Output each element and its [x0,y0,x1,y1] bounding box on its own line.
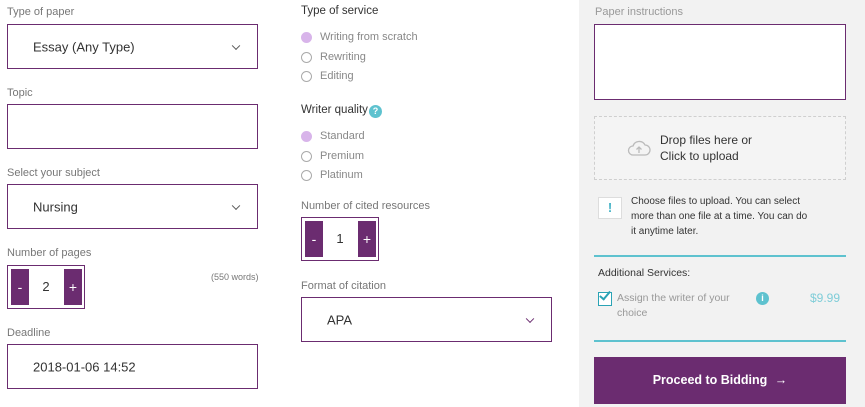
pages-label: Number of pages [7,247,92,259]
subject-value: Nursing [33,199,78,214]
citation-value: APA [327,312,353,327]
service-option-label: Rewriting [320,51,366,63]
deadline-label: Deadline [7,327,51,339]
pages-increment-button[interactable]: + [64,269,82,305]
pages-stepper: - 2 + [7,265,85,309]
cited-stepper: - 1 + [301,217,379,261]
radio-icon [301,52,312,63]
citation-select[interactable]: APA [301,297,552,342]
cited-decrement-button[interactable]: - [305,221,323,257]
radio-icon [301,71,312,82]
citation-label: Format of citation [301,280,386,292]
service-label: Type of service [301,5,379,17]
assign-writer-label: Assign the writer of your choice [617,291,730,321]
paper-type-select[interactable]: Essay (Any Type) [7,24,258,69]
upload-note-line: Choose files to upload. You can select [631,196,801,207]
pages-words: (550 words) [211,272,259,282]
assign-writer-price: $9.99 [810,291,841,305]
quality-option-label: Premium [320,150,365,162]
topic-label: Topic [7,87,33,99]
help-icon[interactable]: ? [369,105,382,118]
cited-label: Number of cited resources [301,200,430,212]
click-to-upload-link[interactable]: Click to upload [660,149,739,163]
upload-note: Choose files to upload. You can select m… [631,194,807,239]
dropzone-text: Drop files here or [660,133,753,147]
paper-type-value: Essay (Any Type) [33,39,135,54]
pages-value[interactable]: 2 [30,266,62,308]
topic-input[interactable] [7,104,258,149]
assign-writer-checkbox[interactable] [598,288,612,306]
radio-icon [301,170,312,181]
chevron-down-icon [231,201,241,210]
divider [594,255,846,257]
quality-option-label: Standard [320,130,365,142]
upload-note-line: it anytime later. [631,226,699,237]
quality-option-label: Platinum [320,169,363,181]
subject-select[interactable]: Nursing [7,184,258,229]
cited-value[interactable]: 1 [324,218,356,260]
pages-decrement-button[interactable]: - [11,269,29,305]
chevron-down-icon [525,314,535,323]
info-icon[interactable]: i [756,292,769,305]
service-option-label: Editing [320,70,354,82]
radio-selected-icon [301,131,312,142]
divider [594,340,846,342]
info-note-icon: ! [598,197,622,219]
cited-increment-button[interactable]: + [358,221,376,257]
additional-services-title: Additional Services: [598,267,691,279]
instructions-textarea[interactable] [594,24,846,100]
radio-selected-icon [301,32,312,43]
proceed-label: Proceed to Bidding [652,373,768,387]
instructions-label: Paper instructions [595,6,684,18]
subject-label: Select your subject [7,167,100,179]
arrow-right-icon: → [774,373,788,387]
deadline-value: 2018-01-06 14:52 [33,359,136,374]
assign-writer-label-line: choice [617,307,648,319]
service-option-label: Writing from scratch [320,31,418,43]
writer-quality-label: Writer quality [301,104,368,116]
paper-type-label: Type of paper [7,6,75,18]
cloud-upload-icon [627,140,651,156]
deadline-input[interactable]: 2018-01-06 14:52 [7,344,258,389]
file-dropzone[interactable]: Drop files here or Click to upload [594,116,846,180]
chevron-down-icon [231,41,241,50]
radio-icon [301,151,312,162]
proceed-to-bidding-button[interactable]: Proceed to Bidding → [594,357,846,404]
upload-note-line: more than one file at a time. You can do [631,211,808,222]
assign-writer-label-line: Assign the writer of your [617,292,730,304]
